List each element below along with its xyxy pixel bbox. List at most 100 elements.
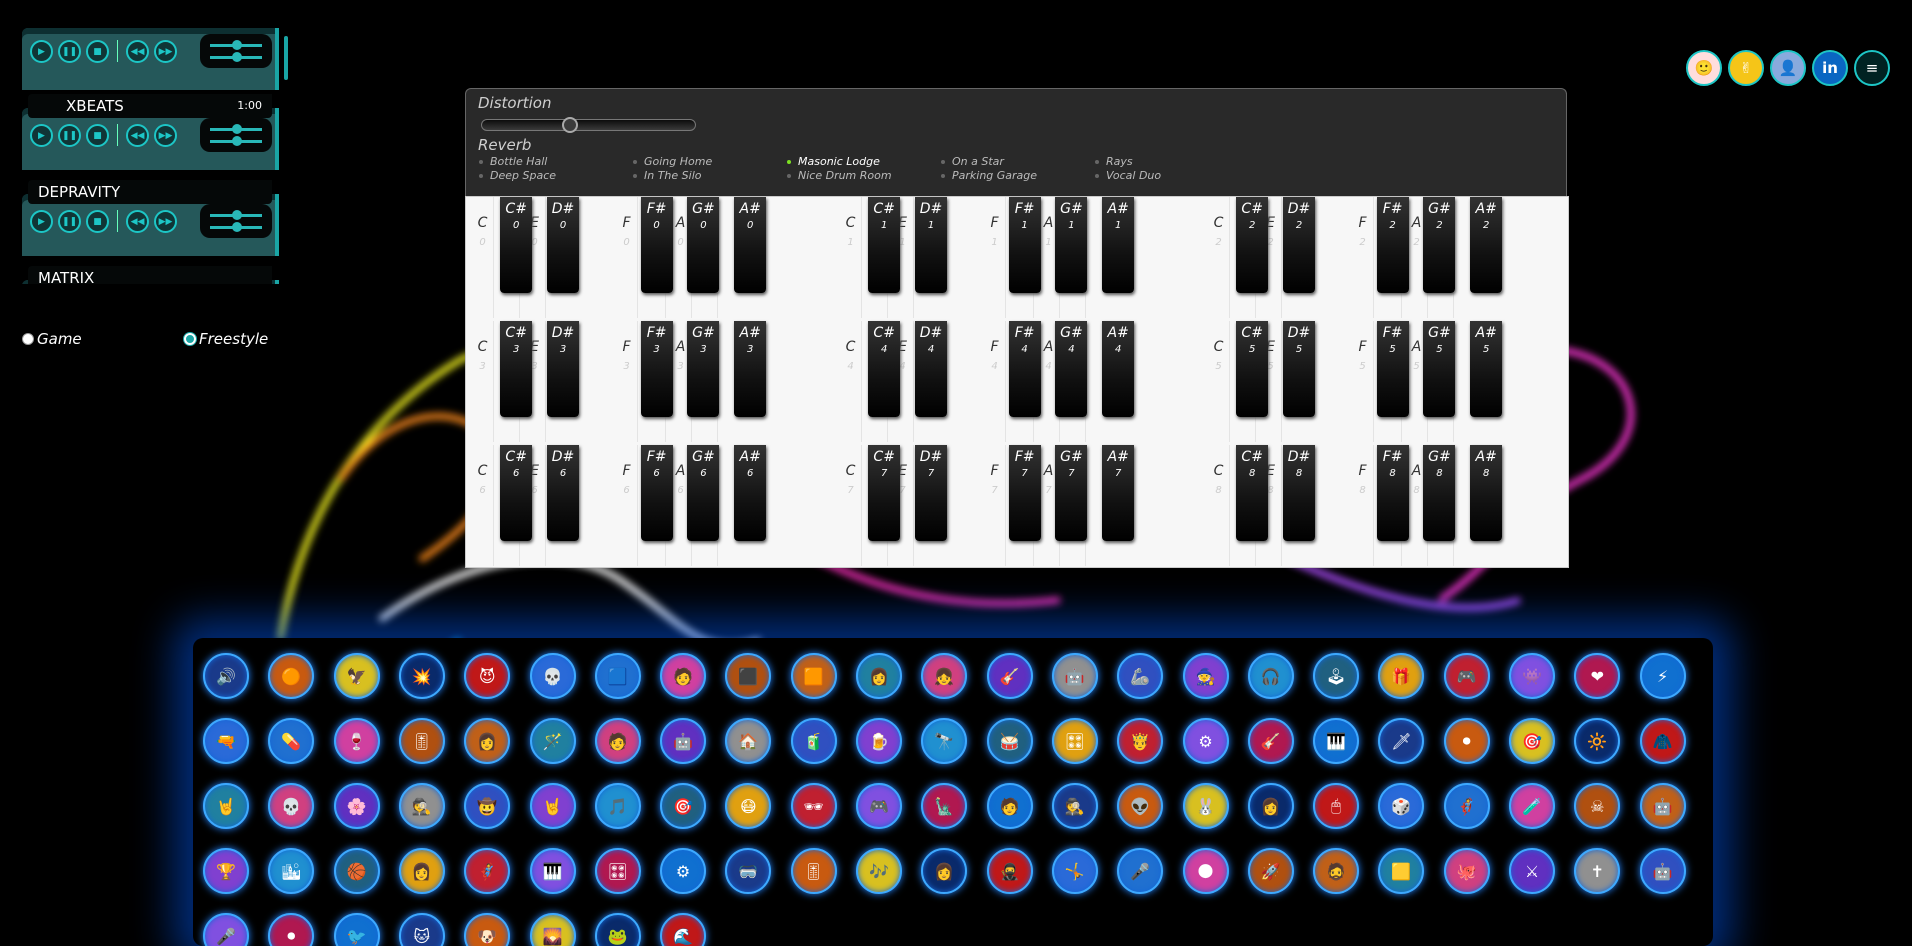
black-key[interactable]: C# 7	[868, 445, 901, 541]
black-key[interactable]: G# 1	[1055, 197, 1088, 293]
avatar-button[interactable]: 👩	[464, 718, 511, 764]
white-key[interactable]: F7	[984, 445, 1006, 566]
track-title[interactable]: DEPRAVITY	[28, 180, 272, 204]
rewind-icon[interactable]: ◀◀	[126, 124, 149, 147]
avatar-button[interactable]: 💀	[529, 653, 576, 699]
avatar-button[interactable]: 👧	[921, 653, 968, 699]
avatar-button[interactable]: 🕵	[1051, 783, 1098, 829]
avatar-button[interactable]: 🎤	[1117, 848, 1164, 894]
black-key[interactable]: D# 8	[1283, 445, 1315, 541]
volume-slider[interactable]	[200, 118, 272, 152]
avatar-button[interactable]: 🧥	[1639, 718, 1686, 764]
avatar-button[interactable]: 🏆	[203, 848, 249, 894]
black-key[interactable]: G# 6	[687, 445, 720, 541]
avatar-button[interactable]: 🧃	[790, 718, 837, 764]
black-key[interactable]: C# 0	[500, 197, 533, 293]
white-key[interactable]: C2	[1208, 197, 1230, 318]
reverb-option[interactable]: Going Home	[632, 155, 712, 168]
black-key[interactable]: C# 2	[1236, 197, 1269, 293]
white-key[interactable]: C4	[840, 321, 862, 442]
black-key[interactable]: F# 7	[1008, 445, 1041, 541]
avatar-button[interactable]: 🎹	[529, 848, 576, 894]
avatar-button[interactable]: 🟨	[1378, 848, 1425, 894]
avatar-button[interactable]: 🤖	[1051, 653, 1098, 699]
avatar-button[interactable]: 😈	[464, 653, 511, 699]
avatar-button[interactable]: 🟧	[790, 653, 837, 699]
avatar-button[interactable]: 🔫	[203, 718, 249, 764]
avatar-button[interactable]: ☠	[1574, 783, 1621, 829]
game-radio[interactable]	[22, 333, 34, 345]
play-icon[interactable]: ▶	[30, 124, 53, 147]
stop-icon[interactable]: ■	[86, 210, 109, 233]
black-key[interactable]: C# 6	[500, 445, 533, 541]
avatar-button[interactable]: 🐸	[594, 913, 641, 946]
avatar-button[interactable]: 👩	[921, 848, 968, 894]
black-key[interactable]: D# 7	[915, 445, 947, 541]
avatar-button[interactable]: 🪄	[529, 718, 576, 764]
avatar-button[interactable]: 🎧	[1247, 653, 1294, 699]
avatar-button[interactable]: 🥽	[725, 848, 772, 894]
rewind-icon[interactable]: ◀◀	[126, 210, 149, 233]
avatar-button[interactable]: ✝	[1574, 848, 1621, 894]
avatar-button[interactable]: 🎮	[1443, 653, 1490, 699]
white-key[interactable]: C5	[1208, 321, 1230, 442]
white-key[interactable]: F5	[1352, 321, 1374, 442]
reverb-option[interactable]: Vocal Duo	[1094, 169, 1161, 182]
avatar-button[interactable]: 🎚	[398, 718, 445, 764]
avatar-button[interactable]: 🐦	[333, 913, 380, 946]
avatar-button[interactable]: 🎯	[660, 783, 707, 829]
black-key[interactable]: D# 3	[547, 321, 579, 417]
avatar-button[interactable]: 👾	[1509, 653, 1555, 699]
black-key[interactable]: D# 4	[915, 321, 947, 417]
black-key[interactable]: G# 7	[1055, 445, 1088, 541]
avatar-button[interactable]: 🗽	[921, 783, 968, 829]
white-key[interactable]: C6	[472, 445, 494, 566]
black-key[interactable]: D# 5	[1283, 321, 1315, 417]
black-key[interactable]: F# 5	[1376, 321, 1409, 417]
freestyle-radio[interactable]	[184, 333, 196, 345]
white-key[interactable]: C0	[472, 197, 494, 318]
avatar-button[interactable]: 🎸	[1247, 718, 1294, 764]
black-key[interactable]: C# 5	[1236, 321, 1269, 417]
pause-icon[interactable]: ❚❚	[58, 40, 81, 63]
avatar-button[interactable]: 💀	[268, 783, 315, 829]
avatar-button[interactable]: 🔭	[921, 718, 968, 764]
track-title[interactable]: XBEATS 1:00	[28, 94, 272, 118]
volume-slider[interactable]	[200, 34, 272, 68]
black-key[interactable]: A# 3	[734, 321, 767, 417]
player-scrollbar[interactable]	[284, 36, 288, 80]
fast-forward-icon[interactable]: ▶▶	[154, 40, 177, 63]
play-icon[interactable]: ▶	[30, 40, 53, 63]
avatar-button[interactable]: 🦸	[464, 848, 511, 894]
avatar-button[interactable]: 🌑	[1182, 848, 1229, 894]
reverb-option[interactable]: In The Silo	[632, 169, 702, 182]
avatar-button[interactable]: 🤖	[1639, 848, 1686, 894]
avatar-button[interactable]: 🐱	[398, 913, 445, 946]
black-key[interactable]: C# 4	[868, 321, 901, 417]
black-key[interactable]: A# 4	[1102, 321, 1135, 417]
black-key[interactable]: G# 3	[687, 321, 720, 417]
menu-icon[interactable]: ≡	[1854, 50, 1890, 86]
avatar-button[interactable]: 🧑	[594, 718, 641, 764]
black-key[interactable]: A# 2	[1470, 197, 1503, 293]
avatar-button[interactable]: 🎤	[203, 913, 249, 946]
black-key[interactable]: C# 1	[868, 197, 901, 293]
avatar-button[interactable]: 🦾	[1117, 653, 1164, 699]
avatar-button[interactable]: ⬛	[725, 653, 772, 699]
white-key[interactable]: F6	[616, 445, 638, 566]
white-key[interactable]: F1	[984, 197, 1006, 318]
rewind-icon[interactable]: ◀◀	[126, 40, 149, 63]
avatar-button[interactable]: 🎹	[1313, 718, 1360, 764]
black-key[interactable]: G# 0	[687, 197, 720, 293]
avatar-button[interactable]: 🎯	[1509, 718, 1555, 764]
avatar-button[interactable]: 🟠	[268, 653, 315, 699]
avatar-button[interactable]: 🤸	[1051, 848, 1098, 894]
stop-icon[interactable]: ■	[86, 40, 109, 63]
white-key[interactable]: C1	[840, 197, 862, 318]
avatar-button[interactable]: 🎲	[1378, 783, 1425, 829]
stop-icon[interactable]: ■	[86, 124, 109, 147]
black-key[interactable]: A# 6	[734, 445, 767, 541]
avatar-button[interactable]: 🌄	[529, 913, 576, 946]
black-key[interactable]: G# 2	[1423, 197, 1456, 293]
avatar-button[interactable]: 🏀	[333, 848, 380, 894]
